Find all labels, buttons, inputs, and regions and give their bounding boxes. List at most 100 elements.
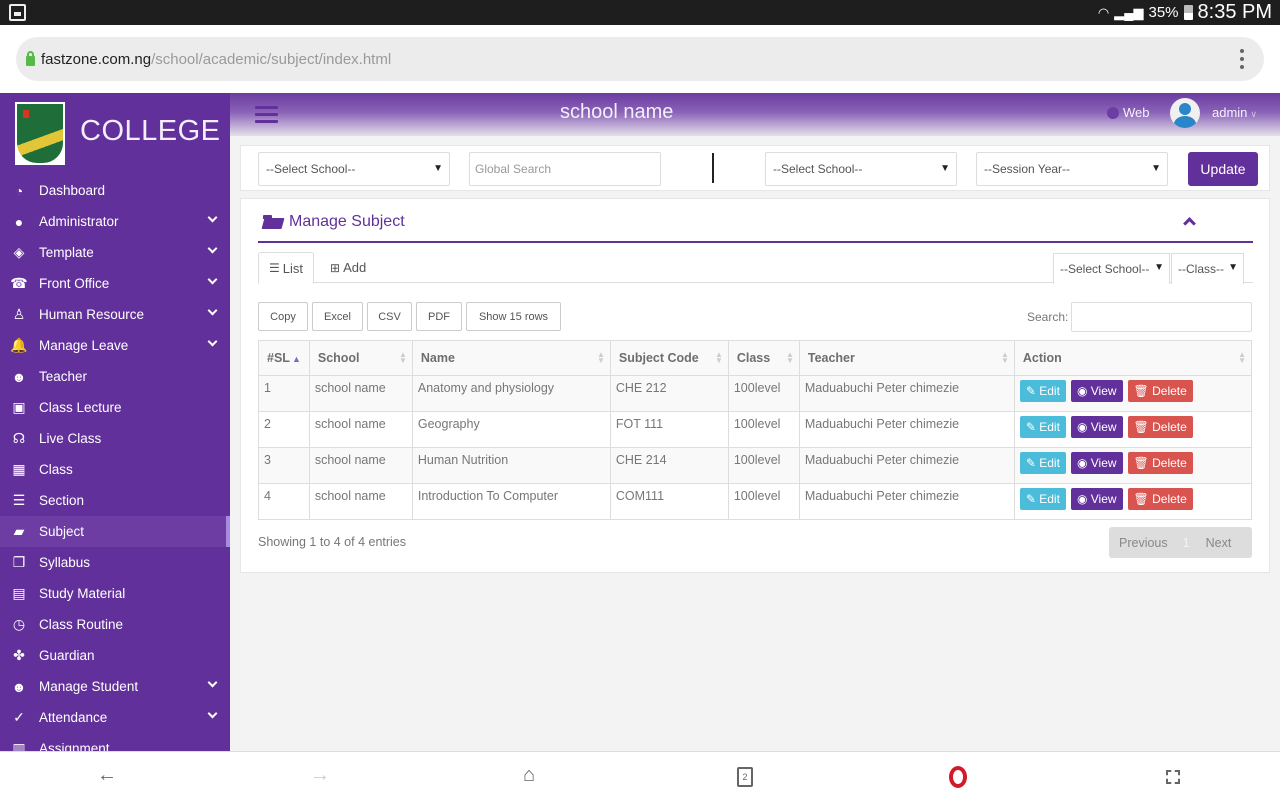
edit-button[interactable]: ✎ Edit (1019, 452, 1066, 474)
tab-list[interactable]: ☰ List (258, 252, 314, 284)
edit-button[interactable]: ✎ Edit (1019, 488, 1066, 510)
tab-class-select[interactable]: --Class-- ▼ (1171, 253, 1244, 284)
forward-arrow-icon[interactable]: → (310, 764, 330, 787)
column-header-sl[interactable]: #SL ▲ (258, 340, 310, 376)
tab-school-select[interactable]: --Select School-- ▼ (1053, 253, 1170, 284)
dropdown-arrow-icon: ▼ (940, 163, 950, 174)
csv-button[interactable]: CSV (367, 302, 412, 331)
check-circle-icon: ✓ (13, 709, 25, 725)
fullscreen-icon[interactable] (1166, 770, 1180, 784)
android-status-bar: ◠ ▂▄▆ 35% 8:35 PM (0, 0, 1280, 25)
show-rows-button[interactable]: Show 15 rows (466, 302, 561, 331)
view-button[interactable]: ◉ View (1070, 380, 1123, 402)
school-select-global[interactable]: --Select School-- ▼ (258, 152, 450, 186)
pdf-button[interactable]: PDF (416, 302, 462, 331)
sidebar-item-human-resource[interactable]: ♙ Human Resource (0, 299, 230, 330)
column-header-action[interactable]: Action ▲ ▼ (1013, 340, 1253, 376)
tab-add-label: Add (343, 260, 367, 275)
user-name: admin (1212, 105, 1248, 120)
column-header-teacher[interactable]: Teacher ▲ ▼ (798, 340, 1015, 376)
cell-sl: 1 (258, 375, 310, 412)
sidebar-item-subject[interactable]: ▰ Subject (0, 516, 230, 547)
sidebar-item-syllabus[interactable]: ❐ Syllabus (0, 547, 230, 578)
sidebar-item-teacher[interactable]: ☻ Teacher (0, 361, 230, 392)
view-button[interactable]: ◉ View (1070, 416, 1123, 438)
sidebar-item-class-routine[interactable]: ◷ Class Routine (0, 609, 230, 640)
sidebar-item-administrator[interactable]: ● Administrator (0, 206, 230, 237)
edit-button[interactable]: ✎ Edit (1019, 416, 1066, 438)
tab-add[interactable]: ⊞ Add (320, 252, 376, 283)
sidebar-item-guardian[interactable]: ✤ Guardian (0, 640, 230, 671)
dashboard-icon: ◔ (14, 182, 24, 199)
tabs-icon[interactable]: 2 (737, 767, 753, 787)
page-1-button[interactable]: 1 (1183, 536, 1190, 550)
column-header-name[interactable]: Name ▲ ▼ (411, 340, 611, 376)
browser-menu-icon[interactable] (1240, 49, 1246, 69)
address-bar[interactable]: fastzone.com.ng/school/academic/subject/… (16, 37, 1264, 81)
view-button[interactable]: ◉ View (1070, 452, 1123, 474)
sidebar-item-manage-student[interactable]: ☻ Manage Student (0, 671, 230, 702)
user-menu[interactable]: admin ∨ (1212, 105, 1257, 120)
sidebar-item-assignment[interactable]: ▥ Assignment (0, 733, 230, 751)
sidebar-item-dashboard[interactable]: ◔ Dashboard (0, 175, 230, 206)
column-header-class[interactable]: Class ▲ ▼ (727, 340, 800, 376)
clock-icon: ◷ (12, 616, 26, 632)
global-search-input[interactable] (469, 152, 661, 186)
opera-menu-icon[interactable] (949, 766, 967, 788)
school-select-value: --Select School-- (266, 162, 356, 176)
previous-page-button[interactable]: Previous (1119, 536, 1168, 550)
column-header-school[interactable]: School ▲ ▼ (308, 340, 413, 376)
delete-button[interactable]: 🗑 Delete (1127, 416, 1193, 438)
cell-school: school name (308, 447, 413, 484)
chevron-down-icon[interactable] (207, 212, 218, 223)
chevron-down-icon[interactable] (207, 336, 218, 347)
view-button-label: View (1090, 420, 1117, 434)
sidebar-item-label: Front Office (39, 276, 110, 291)
sidebar-item-attendance[interactable]: ✓ Attendance (0, 702, 230, 733)
delete-button[interactable]: 🗑 Delete (1127, 452, 1193, 474)
copy-button[interactable]: Copy (258, 302, 308, 331)
web-link[interactable]: Web (1107, 105, 1150, 120)
eye-icon: ◉ (1076, 492, 1091, 506)
collapse-panel-icon[interactable] (1183, 217, 1196, 230)
paw-icon: ✤ (13, 647, 25, 663)
college-crest-logo[interactable] (15, 102, 65, 165)
sidebar-item-class-lecture[interactable]: ▣ Class Lecture (0, 392, 230, 423)
table-search-input[interactable] (1071, 302, 1252, 332)
edit-button-label: Edit (1039, 492, 1060, 506)
table-row: 4 school name Introduction To Computer COM1… (258, 483, 1253, 520)
sidebar-item-template[interactable]: ◈ Template (0, 237, 230, 268)
session-year-select[interactable]: --Session Year-- ▼ (976, 152, 1168, 186)
sidebar-item-class[interactable]: ▦ Class (0, 454, 230, 485)
user-avatar[interactable] (1170, 98, 1200, 128)
cell-action: ✎ Edit ◉ View 🗑 Delete (1013, 375, 1253, 412)
home-icon[interactable]: ⌂ (523, 764, 535, 787)
sidebar-item-front-office[interactable]: ☎ Front Office (0, 268, 230, 299)
excel-button[interactable]: Excel (312, 302, 363, 331)
battery-percent: 35% (1148, 4, 1179, 21)
delete-button[interactable]: 🗑 Delete (1127, 380, 1193, 402)
sidebar-item-section[interactable]: ☰ Section (0, 485, 230, 516)
hamburger-menu-icon[interactable] (255, 106, 278, 127)
school-select-session[interactable]: --Select School-- ▼ (765, 152, 957, 186)
chevron-down-icon[interactable] (207, 274, 218, 285)
column-header-subject-code[interactable]: Subject Code ▲ ▼ (609, 340, 729, 376)
sidebar-item-live-class[interactable]: ☊ Live Class (0, 423, 230, 454)
edit-button[interactable]: ✎ Edit (1019, 380, 1066, 402)
delete-button[interactable]: 🗑 Delete (1127, 488, 1193, 510)
back-arrow-icon[interactable]: ← (97, 764, 117, 787)
sidebar-item-label: Human Resource (39, 307, 145, 322)
chevron-down-icon[interactable] (207, 243, 218, 254)
column-header-label: Subject Code (618, 351, 699, 365)
sidebar-item-study-material[interactable]: ▤ Study Material (0, 578, 230, 609)
chevron-down-icon[interactable] (207, 677, 218, 688)
cell-code: CHE 212 (609, 375, 729, 412)
column-header-label: School (317, 351, 360, 365)
view-button[interactable]: ◉ View (1070, 488, 1123, 510)
chevron-down-icon[interactable] (207, 708, 218, 719)
sidebar-item-label: Teacher (39, 369, 88, 384)
next-page-button[interactable]: Next (1206, 536, 1232, 550)
update-button[interactable]: Update (1188, 152, 1258, 186)
chevron-down-icon[interactable] (207, 305, 218, 316)
sidebar-item-manage-leave[interactable]: 🔔 Manage Leave (0, 330, 230, 361)
